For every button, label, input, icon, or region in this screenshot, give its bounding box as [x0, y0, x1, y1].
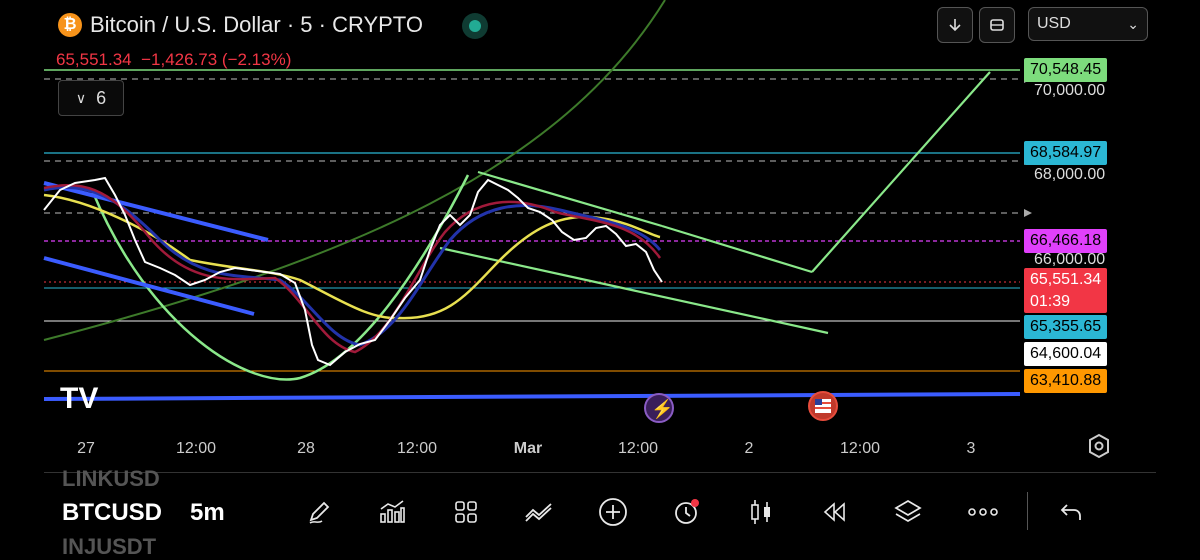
ma-red — [43, 183, 662, 354]
scale-marker — [1024, 209, 1032, 217]
last-price-label: 65,551.34 01:39 — [1024, 268, 1108, 313]
grid-label-68000: 68,000.00 — [1034, 166, 1106, 183]
channel-top-extension — [661, 224, 813, 274]
time-label: Mar — [513, 440, 543, 457]
toolbar-divider — [1027, 492, 1028, 530]
pen-icon[interactable] — [302, 495, 336, 529]
time-label: 12:00 — [839, 440, 881, 457]
ticker-above[interactable]: LINKUSD — [62, 466, 160, 492]
tradingview-logo: TV — [60, 382, 98, 415]
bar-countdown: 01:39 — [1030, 293, 1071, 310]
blue-trendline-support — [43, 392, 1021, 401]
price-label-66466: 66,466.18 — [1024, 229, 1108, 253]
grid-label-66000: 66,000.00 — [1034, 251, 1106, 268]
price-label-65355: 65,355.65 — [1024, 315, 1108, 339]
interval-selector[interactable]: 5m — [190, 499, 225, 527]
alert-icon[interactable] — [669, 495, 703, 529]
undo-icon[interactable] — [1054, 495, 1088, 529]
grid-icon[interactable] — [449, 495, 483, 529]
time-label: 12:00 — [396, 440, 438, 457]
price-label-70548: 70,548.45 — [1024, 58, 1108, 82]
projection-line — [811, 71, 991, 273]
last-price-value: 65,551.34 — [1030, 271, 1102, 288]
time-label: 12:00 — [617, 440, 659, 457]
symbol-ticker[interactable]: BTCUSD — [62, 499, 162, 527]
price-chart[interactable]: TV ⚡ — [0, 0, 1200, 470]
price-label-68584: 68,584.97 — [1024, 141, 1108, 165]
flash-event-glyph: ⚡ — [651, 398, 673, 420]
time-label: 3 — [966, 440, 976, 457]
time-label: 28 — [297, 440, 315, 457]
indicators-icon[interactable] — [375, 495, 409, 529]
cup-curve — [90, 174, 470, 381]
grid-label-70000: 70,000.00 — [1034, 82, 1106, 99]
time-label: 2 — [744, 440, 754, 457]
price-label-63410: 63,410.88 — [1024, 369, 1108, 393]
trend-icon[interactable] — [522, 495, 556, 529]
ticker-below[interactable]: INJUSDT — [62, 534, 156, 560]
price-label-64600: 64,600.04 — [1024, 342, 1108, 366]
candles-icon[interactable] — [744, 495, 778, 529]
time-label: 27 — [77, 440, 95, 457]
layers-icon[interactable] — [891, 495, 925, 529]
more-icon[interactable] — [966, 495, 1000, 529]
replay-icon[interactable] — [817, 495, 851, 529]
chart-settings-icon — [1089, 433, 1109, 459]
blue-trendline-1 — [43, 181, 269, 242]
curve-arc — [43, 0, 666, 341]
add-icon[interactable] — [596, 495, 630, 529]
time-label: 12:00 — [175, 440, 217, 457]
